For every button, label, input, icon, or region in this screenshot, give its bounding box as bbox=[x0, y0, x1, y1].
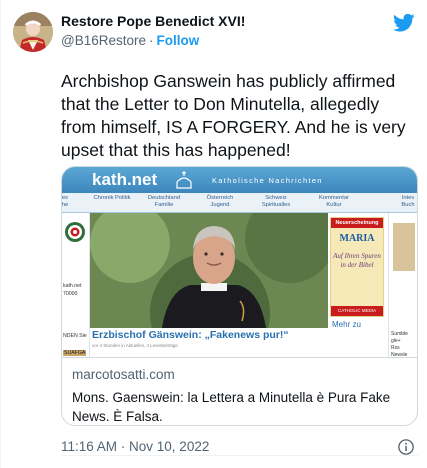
tweet: Restore Pope Benedict XVI! @B16Restore · F… bbox=[0, 0, 427, 468]
site-subtitle: Katholische Nachrichten bbox=[212, 176, 323, 185]
social-link: Rss bbox=[391, 345, 400, 351]
link-card[interactable]: kath.net Katholische Nachrichten elles i… bbox=[61, 166, 418, 426]
site-right-column: Sumble gle+ Rss Newsle bbox=[388, 213, 417, 357]
card-domain: marcotosatti.com bbox=[72, 367, 175, 382]
ad-subtitle: Auf Ihren Spuren in der Bibel bbox=[333, 252, 381, 269]
article-meta: vor 4 Stunden in Aktuelles, 4 Leserbeitr… bbox=[92, 343, 178, 348]
site-left-column: kath.net 70000 NDEN Sie SUAFGA bbox=[62, 213, 90, 357]
author-handle-row: @B16Restore · Follow bbox=[61, 33, 199, 48]
book-ad: Neuerscheinung MARIA Auf Ihren Spuren in… bbox=[330, 217, 384, 317]
site-nav-item: Österreich Jugend bbox=[206, 195, 234, 208]
site-left-text: kath.net bbox=[63, 283, 82, 289]
site-banner: kath.net Katholische Nachrichten bbox=[62, 167, 417, 193]
church-dome-icon bbox=[176, 171, 192, 189]
ad-badge: Neuerscheinung bbox=[331, 218, 383, 228]
article-photo bbox=[90, 213, 328, 328]
ad-title: MARIA bbox=[339, 233, 375, 244]
tweet-timestamp[interactable]: 11:16 AM · Nov 10, 2022 bbox=[61, 439, 209, 454]
card-info[interactable]: marcotosatti.com Mons. Gaenswein: la Let… bbox=[62, 358, 417, 425]
more-link: Mehr zu bbox=[332, 320, 361, 329]
tweet-text: Archbishop Ganswein has publicly affirme… bbox=[61, 71, 406, 160]
separator-dot: · bbox=[149, 33, 154, 48]
site-nav-left-partial: elles irche bbox=[62, 195, 69, 208]
site-left-text: 70000 bbox=[63, 291, 78, 297]
site-nav-item: Deutschland Familie bbox=[147, 195, 181, 208]
card-title: Mons. Gaenswein: la Lettera a Minutella … bbox=[72, 390, 391, 424]
author-name[interactable]: Restore Pope Benedict XVI! bbox=[61, 13, 245, 29]
target-icon bbox=[65, 222, 85, 242]
social-link: gle+ bbox=[391, 338, 401, 344]
site-nav-item: Schweiz Spiritualles bbox=[261, 195, 291, 208]
site-left-thumb: SUAFGA bbox=[63, 350, 87, 356]
site-nav-item: Chronik Politik bbox=[93, 195, 131, 201]
follow-button[interactable]: Follow bbox=[157, 33, 200, 48]
social-link: Sumble bbox=[391, 331, 408, 337]
card-image[interactable]: kath.net Katholische Nachrichten elles i… bbox=[62, 167, 417, 358]
site-nav-right-partial: Intev Buch bbox=[401, 195, 415, 208]
twitter-bird-icon[interactable] bbox=[393, 13, 415, 33]
portrait-image-icon bbox=[90, 213, 328, 328]
info-icon[interactable] bbox=[397, 438, 415, 456]
site-nav-item: Kommentar Kultur bbox=[319, 195, 349, 208]
ad-publisher: CATHOLIC MEDIA bbox=[331, 306, 383, 316]
avatar-image-icon bbox=[13, 12, 53, 52]
article-headline: Erzbischof Gänswein: „Fakenews pur!“ bbox=[92, 329, 289, 341]
avatar[interactable] bbox=[13, 12, 53, 52]
site-nav: elles irche Chronik Politik Deutschland … bbox=[62, 193, 417, 213]
right-ad-thumb bbox=[393, 223, 415, 271]
site-logo: kath.net bbox=[92, 170, 158, 189]
author-handle[interactable]: @B16Restore bbox=[61, 33, 146, 48]
divider bbox=[61, 455, 418, 456]
site-left-text: NDEN Sie bbox=[63, 333, 87, 339]
